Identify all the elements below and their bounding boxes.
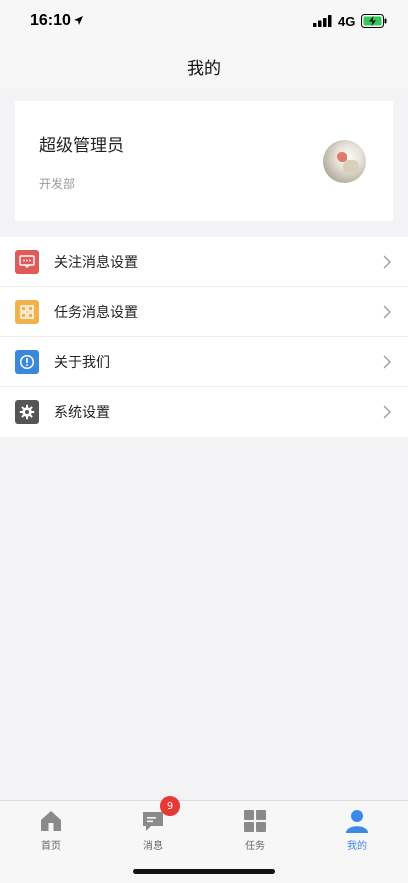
- tab-messages[interactable]: 9 消息: [102, 796, 204, 852]
- tab-label: 我的: [347, 841, 367, 852]
- chevron-right-icon: [383, 405, 391, 419]
- menu-item-label: 关于我们: [54, 355, 110, 371]
- home-indicator: [133, 869, 275, 874]
- menu-item-label: 任务消息设置: [54, 305, 138, 321]
- info-icon: [15, 350, 39, 374]
- tab-label: 任务: [245, 841, 265, 852]
- gear-icon: [15, 400, 39, 424]
- menu-item-task-message-settings[interactable]: 任务消息设置: [0, 287, 408, 337]
- message-icon: [15, 250, 39, 274]
- tab-mine[interactable]: 我的: [306, 801, 408, 852]
- location-icon: [74, 16, 83, 25]
- chevron-right-icon: [383, 355, 391, 369]
- settings-menu: 关注消息设置 任务消息设置 关于我们 系统设置: [0, 237, 408, 437]
- home-icon: [41, 811, 61, 831]
- menu-item-follow-message-settings[interactable]: 关注消息设置: [0, 237, 408, 287]
- tab-label: 消息: [143, 841, 163, 852]
- menu-item-about-us[interactable]: 关于我们: [0, 337, 408, 387]
- grid-icon: [244, 810, 266, 832]
- menu-item-system-settings[interactable]: 系统设置: [0, 387, 408, 437]
- unread-badge: 9: [160, 796, 180, 816]
- network-label: 4G: [338, 14, 356, 29]
- profile-department: 开发部: [39, 177, 76, 191]
- menu-item-label: 关注消息设置: [54, 255, 138, 271]
- tab-home[interactable]: 首页: [0, 801, 102, 852]
- tab-label: 首页: [41, 841, 61, 852]
- status-bar: 16:10 4G: [0, 0, 408, 44]
- status-time: 16:10: [30, 12, 71, 29]
- battery-charging-icon: [361, 14, 387, 28]
- avatar[interactable]: [323, 140, 366, 183]
- profile-name: 超级管理员: [39, 136, 124, 156]
- nav-bar: 我的: [0, 44, 408, 88]
- chevron-right-icon: [383, 305, 391, 319]
- profile-card[interactable]: 超级管理员 开发部: [15, 101, 393, 221]
- chevron-right-icon: [383, 255, 391, 269]
- tab-tasks[interactable]: 任务: [204, 801, 306, 852]
- page-title: 我的: [187, 58, 221, 79]
- chat-icon: [143, 812, 163, 831]
- menu-item-label: 系统设置: [54, 405, 110, 421]
- grid-icon: [15, 300, 39, 324]
- signal-icon: [313, 15, 332, 27]
- person-icon: [346, 810, 368, 833]
